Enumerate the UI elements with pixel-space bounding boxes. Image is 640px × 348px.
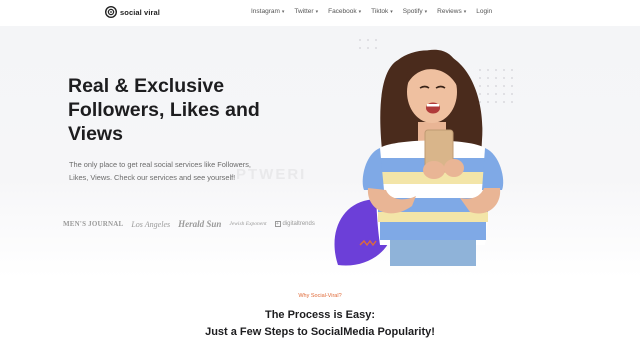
caret-down-icon: ▾	[358, 8, 362, 15]
top-navbar: social viral Instagram ▾ Twitter ▾ Faceboo…	[0, 0, 640, 26]
press-logo-herald-sun: Herald Sun	[178, 219, 222, 229]
menu-item-label: Tiktok	[371, 8, 389, 15]
press-logo-mens-journal: MEN'S JOURNAL	[63, 220, 124, 228]
login-link[interactable]: Login	[476, 8, 492, 15]
section-title: The Process is Easy: Just a Few Steps to…	[0, 307, 640, 341]
hero-woman-illustration	[334, 39, 513, 266]
caret-down-icon: ▾	[424, 8, 428, 15]
logo[interactable]: social viral	[105, 6, 160, 18]
menu-item-label: Twitter	[294, 8, 314, 15]
section-title-line: The Process is Easy:	[264, 309, 376, 321]
menu-item-label: Facebook	[328, 8, 357, 15]
menu-item-label: Spotify	[402, 8, 423, 15]
menu-item-label: Instagram	[251, 8, 280, 15]
press-logo-los-angeles: Los Angeles	[131, 219, 171, 229]
press-logo-digitaltrends: + digitaltrends	[274, 221, 315, 227]
caret-down-icon: ▾	[390, 8, 393, 15]
press-logo-label: digitaltrends	[282, 221, 315, 227]
caret-down-icon: ▾	[315, 8, 319, 15]
hero-headline: Real & Exclusive Followers, Likes and Vi…	[68, 74, 260, 146]
headline-line: Followers, Likes and	[68, 99, 260, 121]
menu-item-facebook[interactable]: Facebook ▾	[328, 8, 361, 15]
section-eyebrow: Why Social-Viral?	[298, 293, 342, 299]
menu-item-twitter[interactable]: Twitter ▾	[294, 8, 318, 15]
spiral-logo-icon	[105, 6, 117, 18]
menu-item-label: Login	[476, 8, 493, 15]
digitaltrends-icon: +	[274, 221, 281, 227]
menu-item-tiktok[interactable]: Tiktok ▾	[371, 8, 393, 15]
caret-down-icon: ▾	[281, 8, 285, 15]
main-menu: Instagram ▾ Twitter ▾ Facebook ▾ Tiktok ▾ Sp…	[251, 8, 492, 15]
press-logos: MEN'S JOURNAL Los Angeles Herald Sun Jew…	[63, 219, 315, 229]
watermark-text: PTWERI	[236, 166, 307, 183]
logo-text: social viral	[120, 7, 160, 17]
press-logo-jewish-exponent: Jewish Exponent	[229, 221, 267, 227]
menu-item-instagram[interactable]: Instagram ▾	[251, 8, 284, 15]
menu-item-spotify[interactable]: Spotify ▾	[403, 8, 427, 15]
headline-line: Real & Exclusive	[68, 75, 225, 97]
menu-item-label: Reviews	[437, 8, 462, 15]
caret-down-icon: ▾	[463, 8, 467, 15]
section-title-line: Just a Few Steps to SocialMedia Populari…	[205, 326, 435, 338]
menu-item-reviews[interactable]: Reviews ▾	[437, 8, 466, 15]
headline-line: Views	[68, 123, 123, 145]
